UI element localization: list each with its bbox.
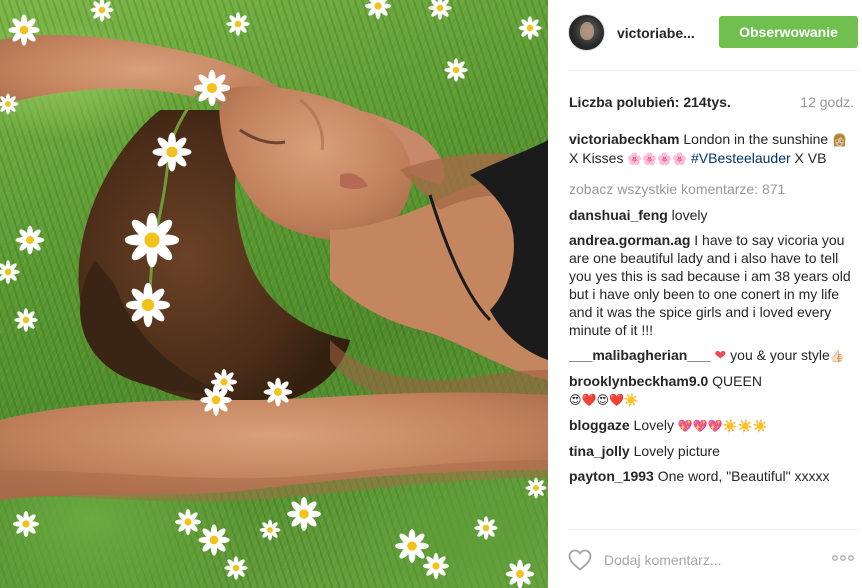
caption-text: X VB <box>790 150 827 166</box>
sparkling-heart-emoji-icon: 💖💖💖☀️☀️☀️ <box>677 419 768 433</box>
like-count[interactable]: Liczba polubień: 214tys. <box>569 94 731 110</box>
comment: andrea.gorman.ag I have to say vicoria y… <box>569 231 854 339</box>
comment-username[interactable]: tina_jolly <box>569 443 630 459</box>
view-all-comments-link[interactable]: zobacz wszystkie komentarze: 871 <box>569 180 854 198</box>
comment-text: Lovely <box>629 417 678 433</box>
caption-text: X Kisses <box>569 150 628 166</box>
comment-username[interactable]: andrea.gorman.ag <box>569 232 690 248</box>
comment-text: QUEEN <box>708 373 762 389</box>
post-header: victoriabe... Obserwowanie <box>548 0 862 70</box>
comment-list: victoriabeckham London in the sunshine 👩… <box>569 130 854 492</box>
comment: payton_1993 One word, "Beautiful" xxxxx <box>569 467 854 485</box>
woman-emoji-icon: 👩🏼 <box>832 133 848 147</box>
heart-eyes-emoji-icon: 😍❤️😍❤️☀️ <box>569 393 639 407</box>
comment-input[interactable] <box>604 549 804 571</box>
photo-illustration <box>0 0 548 588</box>
comment-text: ❤ you & your style <box>714 347 830 363</box>
post-photo[interactable] <box>0 0 548 588</box>
comment-text: lovely <box>667 207 708 223</box>
comment-text: One word, "Beautiful" xxxxx <box>653 468 830 484</box>
caption-text: London in the sunshine <box>679 131 833 147</box>
blossom-emoji-icon: 🌸🌸🌸🌸 <box>627 152 688 166</box>
comment: tina_jolly Lovely picture <box>569 442 854 460</box>
post-sidebar: victoriabe... Obserwowanie Liczba polubi… <box>548 0 862 588</box>
comment-text: Lovely picture <box>629 443 720 459</box>
heart-outline-icon[interactable] <box>568 549 592 571</box>
post-time[interactable]: 12 godz. <box>800 94 854 110</box>
comment-username[interactable]: brooklynbeckham9.0 <box>569 373 708 389</box>
post-caption: victoriabeckham London in the sunshine 👩… <box>569 130 854 168</box>
comment-username[interactable]: ___malibagherian___ <box>569 347 711 363</box>
comment: bloggaze Lovely 💖💖💖☀️☀️☀️ <box>569 416 854 435</box>
follow-button[interactable]: Obserwowanie <box>719 16 858 48</box>
username[interactable]: victoriabe... <box>617 25 695 41</box>
comment-username[interactable]: bloggaze <box>569 417 630 433</box>
more-options-icon[interactable] <box>832 553 854 563</box>
comment: danshuai_feng lovely <box>569 206 854 224</box>
comment: brooklynbeckham9.0 QUEEN 😍❤️😍❤️☀️ <box>569 372 854 409</box>
comment-bar <box>548 529 862 588</box>
comment-username[interactable]: danshuai_feng <box>569 207 668 223</box>
comment: ___malibagherian___ ❤ you & your style👍🏻 <box>569 346 854 365</box>
avatar[interactable] <box>568 14 605 51</box>
thumbs-up-emoji-icon: 👍🏻 <box>829 349 845 363</box>
hashtag-link[interactable]: #VBesteelauder <box>687 150 791 166</box>
divider <box>568 70 858 71</box>
comment-username[interactable]: payton_1993 <box>569 468 654 484</box>
caption-username[interactable]: victoriabeckham <box>569 131 680 147</box>
